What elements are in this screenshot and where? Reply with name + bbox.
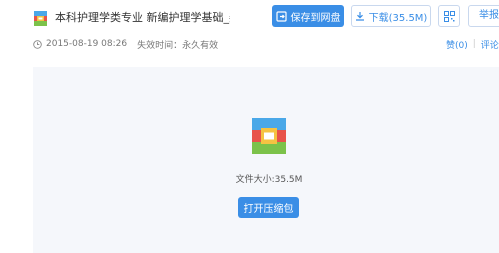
save-to-cloud-label: 保存到网盘 [290,12,341,24]
archive-file-icon [34,11,47,26]
like-link[interactable]: 赞(0) [446,38,468,51]
cloud-save-icon [275,10,287,22]
download-label: 下载(35.5M) [368,12,428,24]
expiry-info: 失效时间：永久有效 [137,40,219,51]
file-size-text: 文件大小:35.5M [235,175,303,185]
meta-row: 2015-08-19 08:26 失效时间：永久有效 [33,36,218,52]
file-share-page: 本科护理学类专业 新编护理学基础_姜安... 保存到网盘 下载(35.5M) 举… [0,0,499,253]
open-archive-button[interactable]: 打开压缩包 [238,197,299,218]
archive-file-icon [252,118,286,154]
file-title: 本科护理学类专业 新编护理学基础_姜安... [55,11,230,24]
report-button[interactable]: 举报 [468,5,499,27]
qr-code-button[interactable] [438,5,460,27]
download-button[interactable]: 下载(35.5M) [351,5,431,27]
clock-icon [33,39,42,49]
qr-code-icon [443,10,455,22]
upload-date: 2015-08-19 08:26 [46,39,128,49]
save-to-cloud-button[interactable]: 保存到网盘 [272,5,344,27]
download-icon [355,12,364,21]
preview-panel [33,67,499,253]
divider: | [472,39,476,49]
meta-actions: 赞(0) | 评论( [446,36,499,52]
comment-link[interactable]: 评论( [481,38,499,51]
